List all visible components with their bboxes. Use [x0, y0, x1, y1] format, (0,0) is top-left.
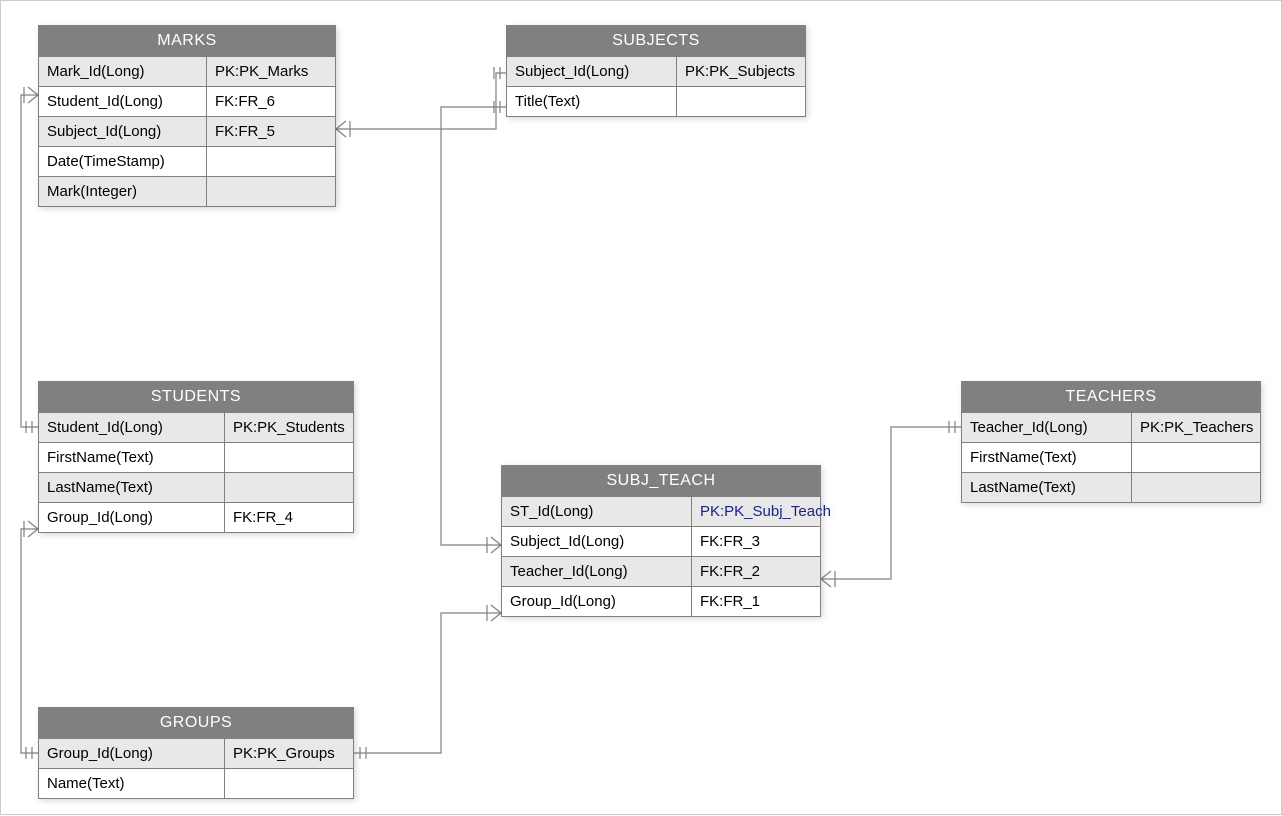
column-name: Date(TimeStamp) [39, 147, 207, 176]
entity-row[interactable]: Subject_Id(Long)PK:PK_Subjects [507, 56, 805, 86]
column-name: Teacher_Id(Long) [962, 413, 1132, 442]
column-name: LastName(Text) [962, 473, 1132, 502]
column-name: Student_Id(Long) [39, 413, 225, 442]
entity-subj-teach-rows: ST_Id(Long)PK:PK_Subj_TeachSubject_Id(Lo… [502, 496, 820, 616]
erd-canvas: MARKS Mark_Id(Long)PK:PK_MarksStudent_Id… [1, 1, 1281, 814]
column-key: FK:FR_4 [225, 503, 353, 532]
column-key: PK:PK_Marks [207, 57, 335, 86]
entity-row[interactable]: LastName(Text) [39, 472, 353, 502]
entity-row[interactable]: Teacher_Id(Long)PK:PK_Teachers [962, 412, 1260, 442]
column-key: FK:FR_3 [692, 527, 820, 556]
column-name: Group_Id(Long) [502, 587, 692, 616]
entity-row[interactable]: Name(Text) [39, 768, 353, 798]
column-key [1132, 443, 1260, 472]
entity-row[interactable]: Group_Id(Long)FK:FR_1 [502, 586, 820, 616]
entity-teachers[interactable]: TEACHERS Teacher_Id(Long)PK:PK_TeachersF… [961, 381, 1261, 503]
entity-row[interactable]: Title(Text) [507, 86, 805, 116]
column-name: Teacher_Id(Long) [502, 557, 692, 586]
column-name: Mark(Integer) [39, 177, 207, 206]
entity-subj-teach[interactable]: SUBJ_TEACH ST_Id(Long)PK:PK_Subj_TeachSu… [501, 465, 821, 617]
entity-groups[interactable]: GROUPS Group_Id(Long)PK:PK_GroupsName(Te… [38, 707, 354, 799]
column-key: FK:FR_2 [692, 557, 820, 586]
entity-row[interactable]: FirstName(Text) [39, 442, 353, 472]
column-key [207, 147, 335, 176]
entity-students-title: STUDENTS [39, 382, 353, 412]
column-key: PK:PK_Subj_Teach [692, 497, 820, 526]
column-key: PK:PK_Teachers [1132, 413, 1260, 442]
column-name: Title(Text) [507, 87, 677, 116]
column-key: PK:PK_Students [225, 413, 353, 442]
entity-row[interactable]: Subject_Id(Long)FK:FR_5 [39, 116, 335, 146]
entity-students[interactable]: STUDENTS Student_Id(Long)PK:PK_StudentsF… [38, 381, 354, 533]
entity-row[interactable]: Subject_Id(Long)FK:FR_3 [502, 526, 820, 556]
column-key [677, 87, 805, 116]
column-name: LastName(Text) [39, 473, 225, 502]
column-key: FK:FR_5 [207, 117, 335, 146]
column-name: FirstName(Text) [39, 443, 225, 472]
entity-marks-title: MARKS [39, 26, 335, 56]
entity-groups-title: GROUPS [39, 708, 353, 738]
entity-subjects-title: SUBJECTS [507, 26, 805, 56]
entity-row[interactable]: ST_Id(Long)PK:PK_Subj_Teach [502, 496, 820, 526]
entity-subj-teach-title: SUBJ_TEACH [502, 466, 820, 496]
column-name: Student_Id(Long) [39, 87, 207, 116]
column-name: Group_Id(Long) [39, 739, 225, 768]
entity-row[interactable]: Group_Id(Long)FK:FR_4 [39, 502, 353, 532]
entity-marks-rows: Mark_Id(Long)PK:PK_MarksStudent_Id(Long)… [39, 56, 335, 206]
entity-students-rows: Student_Id(Long)PK:PK_StudentsFirstName(… [39, 412, 353, 532]
column-key [225, 769, 353, 798]
column-key: PK:PK_Subjects [677, 57, 805, 86]
entity-teachers-title: TEACHERS [962, 382, 1260, 412]
entity-row[interactable]: LastName(Text) [962, 472, 1260, 502]
entity-row[interactable]: Student_Id(Long)FK:FR_6 [39, 86, 335, 116]
column-name: Group_Id(Long) [39, 503, 225, 532]
entity-row[interactable]: Teacher_Id(Long)FK:FR_2 [502, 556, 820, 586]
entity-row[interactable]: Mark_Id(Long)PK:PK_Marks [39, 56, 335, 86]
entity-teachers-rows: Teacher_Id(Long)PK:PK_TeachersFirstName(… [962, 412, 1260, 502]
column-name: Mark_Id(Long) [39, 57, 207, 86]
entity-row[interactable]: Group_Id(Long)PK:PK_Groups [39, 738, 353, 768]
column-name: FirstName(Text) [962, 443, 1132, 472]
column-key [225, 443, 353, 472]
column-name: ST_Id(Long) [502, 497, 692, 526]
column-key [1132, 473, 1260, 502]
entity-row[interactable]: Mark(Integer) [39, 176, 335, 206]
column-name: Subject_Id(Long) [39, 117, 207, 146]
entity-subjects[interactable]: SUBJECTS Subject_Id(Long)PK:PK_SubjectsT… [506, 25, 806, 117]
column-name: Subject_Id(Long) [507, 57, 677, 86]
column-key [225, 473, 353, 502]
entity-row[interactable]: Date(TimeStamp) [39, 146, 335, 176]
entity-row[interactable]: FirstName(Text) [962, 442, 1260, 472]
column-name: Name(Text) [39, 769, 225, 798]
entity-subjects-rows: Subject_Id(Long)PK:PK_SubjectsTitle(Text… [507, 56, 805, 116]
entity-groups-rows: Group_Id(Long)PK:PK_GroupsName(Text) [39, 738, 353, 798]
column-key: FK:FR_1 [692, 587, 820, 616]
column-name: Subject_Id(Long) [502, 527, 692, 556]
column-key [207, 177, 335, 206]
entity-row[interactable]: Student_Id(Long)PK:PK_Students [39, 412, 353, 442]
entity-marks[interactable]: MARKS Mark_Id(Long)PK:PK_MarksStudent_Id… [38, 25, 336, 207]
column-key: PK:PK_Groups [225, 739, 353, 768]
column-key: FK:FR_6 [207, 87, 335, 116]
